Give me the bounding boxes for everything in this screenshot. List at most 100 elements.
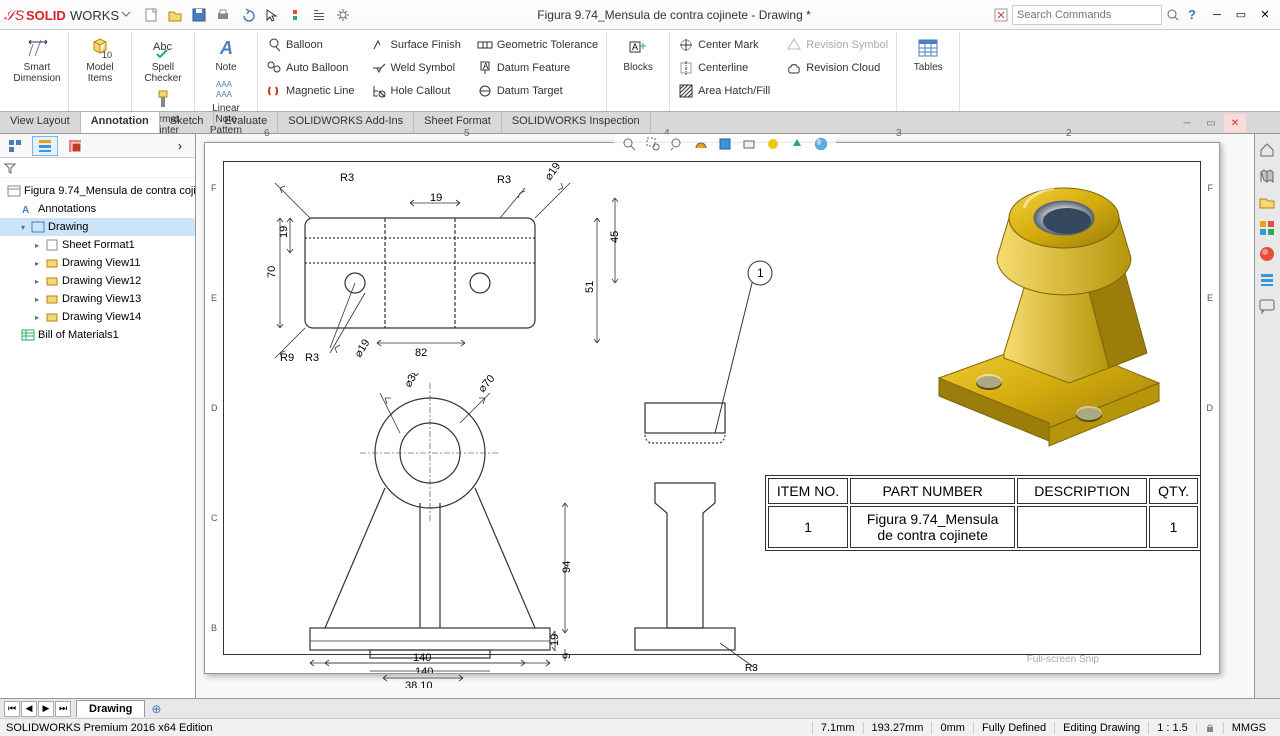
sheet-prev-button[interactable]: ◀ <box>21 701 37 717</box>
tree-annotations[interactable]: AAnnotations <box>0 200 195 218</box>
restore-button[interactable]: ▭ <box>1230 6 1252 24</box>
drawing-sheet: F E D C B F E D <box>204 142 1220 674</box>
spell-checker-button[interactable]: AbcSpell Checker <box>136 34 190 86</box>
tables-button[interactable]: Tables <box>901 34 955 75</box>
search-icon[interactable] <box>1166 8 1180 22</box>
model-items-button[interactable]: 10Model Items <box>73 34 127 86</box>
undo-button[interactable] <box>236 4 258 26</box>
tree-view11[interactable]: ▸Drawing View11 <box>0 254 195 272</box>
svg-text:19: 19 <box>278 226 290 238</box>
balloon-button[interactable]: Balloon <box>262 34 359 56</box>
svg-text:⌀38.10: ⌀38.10 <box>402 373 429 390</box>
taskpane-forum-icon[interactable] <box>1255 294 1279 318</box>
surface-finish-button[interactable]: Surface Finish <box>367 34 465 56</box>
svg-text:1: 1 <box>757 266 764 280</box>
hole-callout-button[interactable]: Hole Callout <box>367 80 465 102</box>
datum-feature-button[interactable]: ADatum Feature <box>473 57 602 79</box>
options-button[interactable] <box>308 4 330 26</box>
smart-dimension-button[interactable]: Smart Dimension <box>10 34 64 86</box>
tab-sketch[interactable]: Sketch <box>160 112 215 133</box>
status-units[interactable]: MMGS <box>1223 722 1274 734</box>
sidebar-tab-config-icon[interactable] <box>62 136 88 156</box>
tree-bom[interactable]: Bill of Materials1 <box>0 326 195 344</box>
new-button[interactable] <box>140 4 162 26</box>
sheet-last-button[interactable]: ⏭ <box>55 701 71 717</box>
settings-button[interactable] <box>332 4 354 26</box>
svg-text:⌀19: ⌀19 <box>352 337 372 359</box>
add-sheet-icon[interactable]: ⊕ <box>151 702 161 716</box>
blocks-button[interactable]: ABlocks <box>611 34 665 75</box>
section-view-icon[interactable] <box>690 134 712 154</box>
zone-3: 3 <box>896 128 902 139</box>
tree-sheet-format[interactable]: ▸Sheet Format1 <box>0 236 195 254</box>
sheet-next-button[interactable]: ▶ <box>38 701 54 717</box>
sidebar-expand-icon[interactable]: › <box>167 136 193 156</box>
drawing-canvas[interactable]: 6 5 4 3 2 F E D C B F E D <box>196 134 1254 698</box>
close-button[interactable]: ✕ <box>1254 6 1276 24</box>
tab-annotation[interactable]: Annotation <box>81 112 160 133</box>
revision-symbol-button[interactable]: Revision Symbol <box>782 34 892 56</box>
display-style-icon[interactable] <box>714 134 736 154</box>
taskpane-view-palette-icon[interactable] <box>1255 216 1279 240</box>
main: › Figura 9.74_Mensula de contra cojin AA… <box>0 134 1280 698</box>
taskpane-library-icon[interactable] <box>1255 164 1279 188</box>
centerline-button[interactable]: Centerline <box>674 57 774 79</box>
help-icon[interactable]: ? <box>1188 7 1196 22</box>
area-hatch-fill-button[interactable]: Area Hatch/Fill <box>674 80 774 102</box>
datum-target-button[interactable]: Datum Target <box>473 80 602 102</box>
feature-tree: Figura 9.74_Mensula de contra cojin AAnn… <box>0 178 195 698</box>
prev-view-icon[interactable] <box>666 134 688 154</box>
zoom-area-icon[interactable] <box>642 134 664 154</box>
bom-row[interactable]: 1 Figura 9.74_Mensula de contra cojinete… <box>768 506 1198 548</box>
status-scale-lock-icon[interactable] <box>1196 723 1223 733</box>
zone-E-left: E <box>211 293 217 303</box>
tab-sheet-format[interactable]: Sheet Format <box>414 112 502 133</box>
doc-close-button[interactable]: ✕ <box>1224 114 1246 132</box>
tab-addins[interactable]: SOLIDWORKS Add-Ins <box>278 112 414 133</box>
tree-view14[interactable]: ▸Drawing View14 <box>0 308 195 326</box>
bom-table[interactable]: ITEM NO. PART NUMBER DESCRIPTION QTY. 1 … <box>765 475 1201 551</box>
sheet-tabs: ⏮ ◀ ▶ ⏭ Drawing ⊕ <box>0 698 1280 718</box>
hide-show-icon[interactable] <box>738 134 760 154</box>
tree-view12[interactable]: ▸Drawing View12 <box>0 272 195 290</box>
weld-symbol-button[interactable]: Weld Symbol <box>367 57 465 79</box>
taskpane-custom-props-icon[interactable] <box>1255 268 1279 292</box>
rebuild-button[interactable] <box>284 4 306 26</box>
tree-drawing[interactable]: ▾Drawing <box>0 218 195 236</box>
print-button[interactable] <box>212 4 234 26</box>
taskpane-home-icon[interactable] <box>1255 138 1279 162</box>
search-commands-input[interactable] <box>1012 5 1162 25</box>
sidebar-tab-property-icon[interactable] <box>32 136 58 156</box>
select-button[interactable] <box>260 4 282 26</box>
center-mark-button[interactable]: Center Mark <box>674 34 774 56</box>
geometric-tolerance-button[interactable]: Geometric Tolerance <box>473 34 602 56</box>
note-button[interactable]: ANote <box>199 34 253 75</box>
isometric-3d-view <box>909 153 1189 453</box>
tab-inspection[interactable]: SOLIDWORKS Inspection <box>502 112 651 133</box>
view-settings-icon[interactable] <box>810 134 832 154</box>
sidebar-tab-feature-tree-icon[interactable] <box>2 136 28 156</box>
sheet-first-button[interactable]: ⏮ <box>4 701 20 717</box>
zone-6: 6 <box>264 128 270 139</box>
status-scale[interactable]: 1 : 1.5 <box>1148 722 1196 734</box>
save-button[interactable] <box>188 4 210 26</box>
edit-appearance-icon[interactable] <box>762 134 784 154</box>
zoom-fit-icon[interactable] <box>618 134 640 154</box>
svg-text:19: 19 <box>549 634 561 646</box>
zone-D-right: D <box>1207 403 1214 413</box>
doc-minimize-button[interactable]: ─ <box>1176 114 1198 132</box>
apply-scene-icon[interactable] <box>786 134 808 154</box>
magnetic-line-button[interactable]: Magnetic Line <box>262 80 359 102</box>
sheet-tab-drawing[interactable]: Drawing <box>76 700 145 717</box>
filter-funnel-icon[interactable] <box>4 162 16 174</box>
open-button[interactable] <box>164 4 186 26</box>
taskpane-appearances-icon[interactable] <box>1255 242 1279 266</box>
auto-balloon-button[interactable]: Auto Balloon <box>262 57 359 79</box>
tree-root[interactable]: Figura 9.74_Mensula de contra cojin <box>0 182 195 200</box>
revision-cloud-button[interactable]: Revision Cloud <box>782 57 892 79</box>
tree-view13[interactable]: ▸Drawing View13 <box>0 290 195 308</box>
minimize-button[interactable]: ─ <box>1206 6 1228 24</box>
tab-view-layout[interactable]: View Layout <box>0 112 81 133</box>
taskpane-explorer-icon[interactable] <box>1255 190 1279 214</box>
doc-restore-button[interactable]: ▭ <box>1200 114 1222 132</box>
